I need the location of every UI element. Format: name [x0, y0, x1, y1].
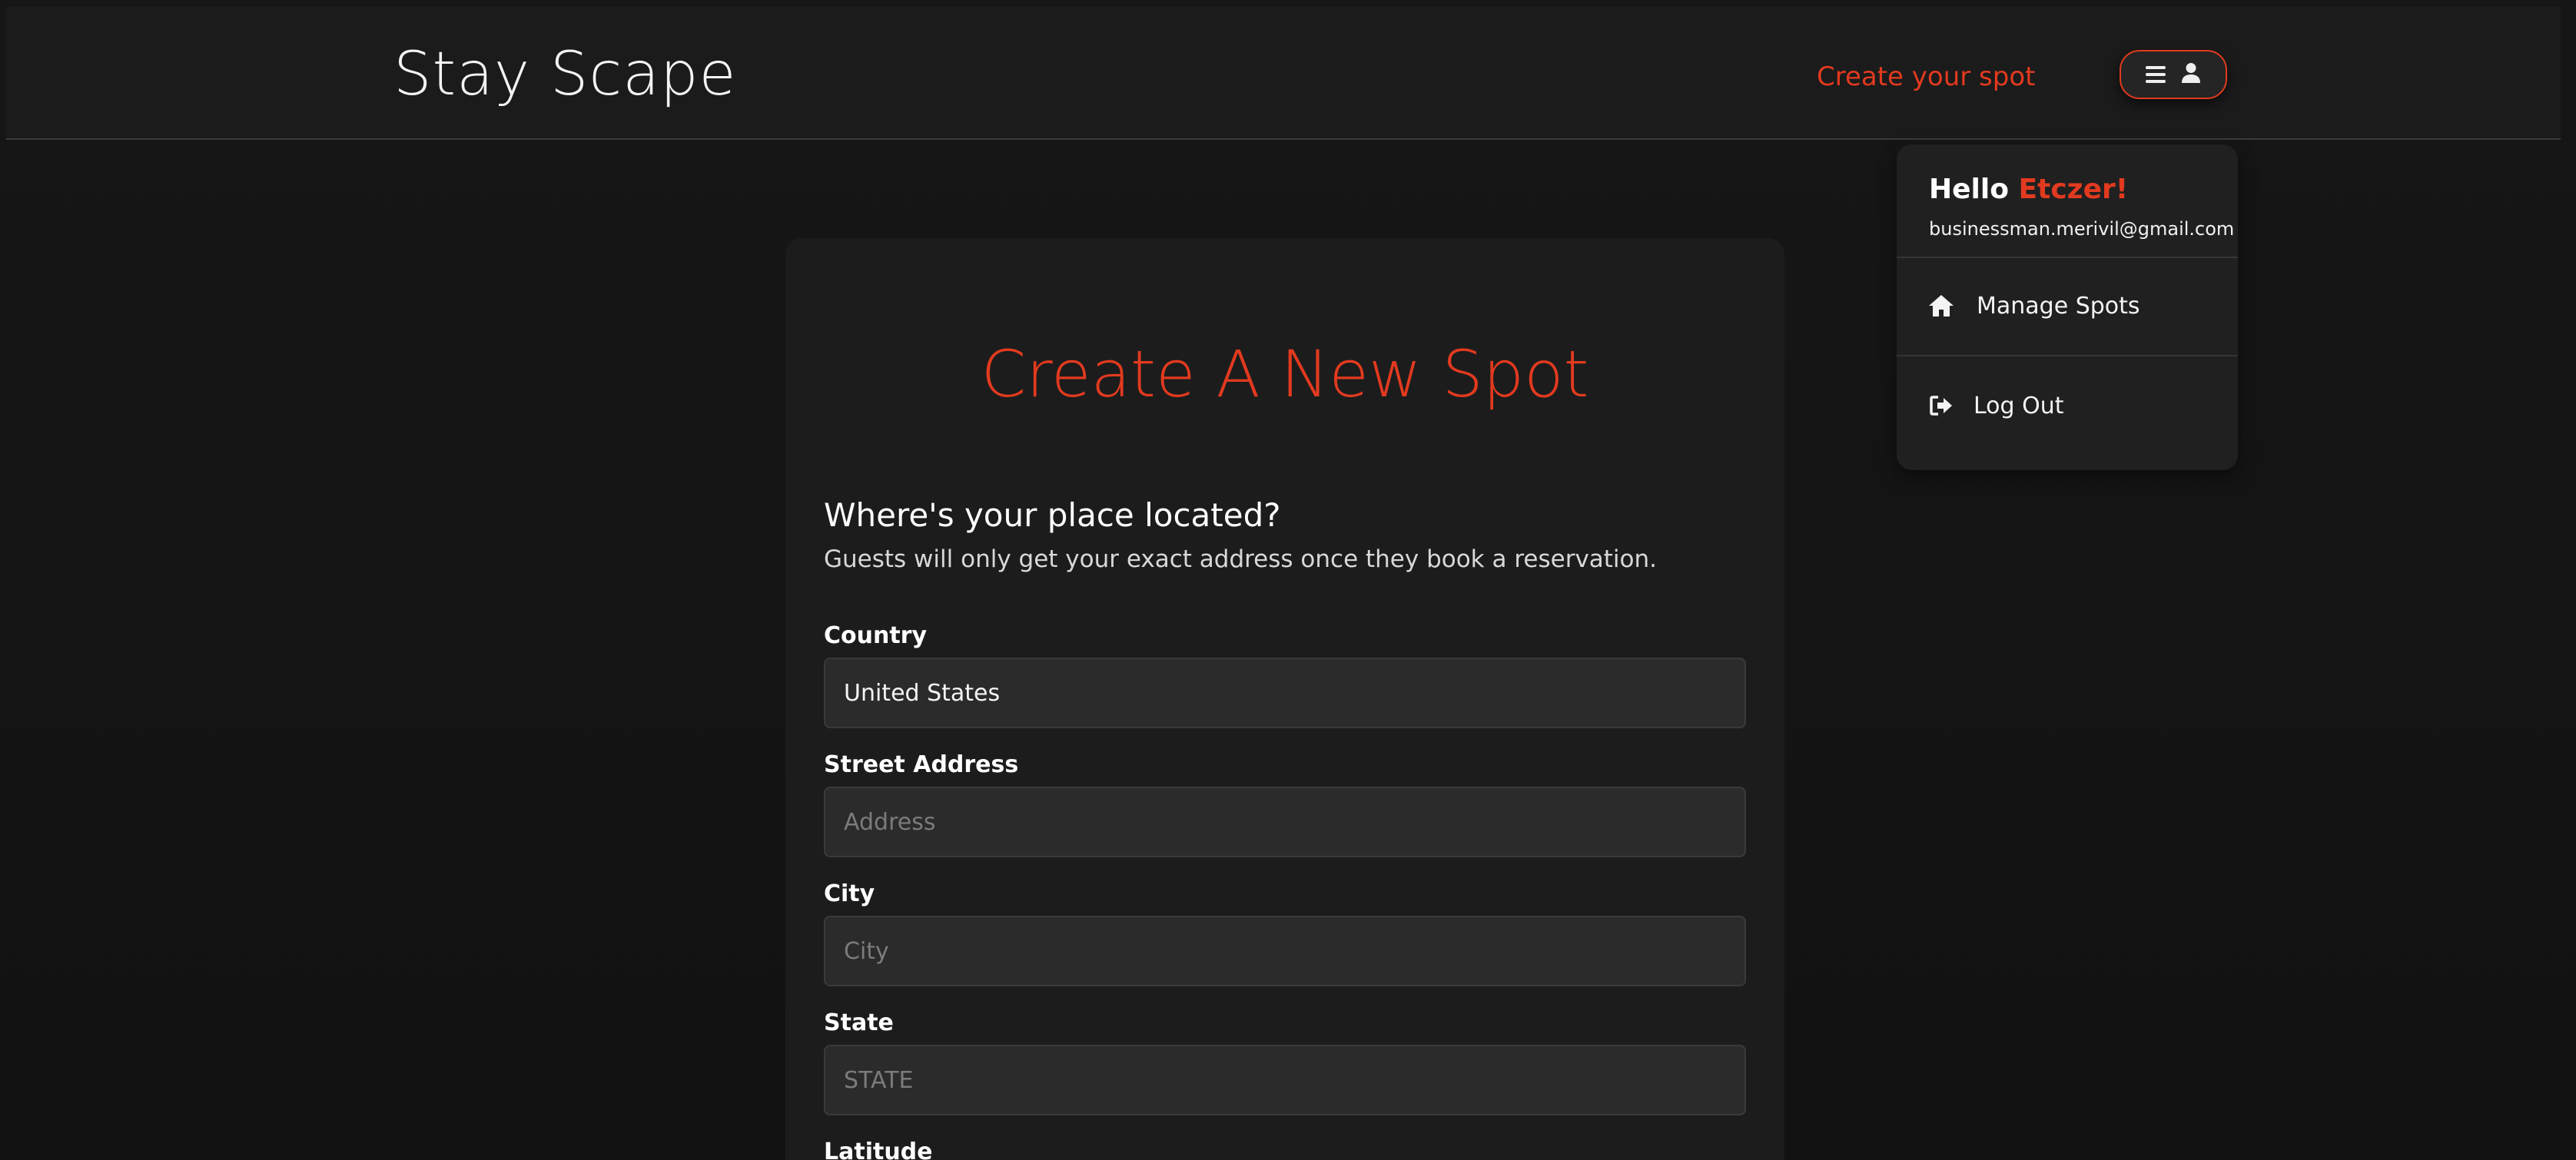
location-section-subtext: Guests will only get your exact address …	[824, 545, 1658, 573]
create-spot-link[interactable]: Create your spot	[1817, 61, 2035, 92]
latitude-label: Latitude	[824, 1138, 933, 1160]
user-first-name: Etczer!	[2018, 174, 2129, 205]
state-input[interactable]	[824, 1045, 1746, 1115]
user-icon	[2181, 62, 2201, 87]
user-email: businessman.merivil@gmail.com	[1929, 218, 2235, 240]
city-label: City	[824, 880, 875, 907]
location-section-heading: Where's your place located?	[824, 496, 1281, 534]
menu-divider	[1897, 355, 2238, 356]
state-label: State	[824, 1009, 894, 1036]
user-dropdown-menu: Hello Etczer! businessman.merivil@gmail.…	[1897, 144, 2238, 470]
log-out-menu-item[interactable]: Log Out	[1897, 375, 2238, 436]
hamburger-icon	[2146, 66, 2166, 83]
country-input[interactable]	[824, 658, 1746, 728]
create-spot-form: Create A New Spot Where's your place loc…	[785, 238, 1784, 1160]
street-address-input[interactable]	[824, 787, 1746, 857]
log-out-label: Log Out	[1973, 392, 2064, 419]
user-menu-button[interactable]	[2120, 50, 2227, 99]
page: Stay Scape Create your spot Hello Etczer…	[0, 0, 2576, 1160]
home-icon	[1927, 292, 1955, 320]
country-label: Country	[824, 622, 928, 649]
logout-icon	[1927, 392, 1955, 419]
city-input[interactable]	[824, 916, 1746, 986]
manage-spots-menu-item[interactable]: Manage Spots	[1897, 275, 2238, 336]
greeting: Hello Etczer!	[1929, 174, 2128, 205]
menu-divider	[1897, 257, 2238, 258]
greeting-text: Hello	[1929, 174, 2009, 205]
street-address-label: Street Address	[824, 751, 1019, 778]
top-nav-bar: Stay Scape Create your spot	[6, 6, 2561, 140]
manage-spots-label: Manage Spots	[1977, 292, 2140, 320]
form-title: Create A New Spot	[981, 336, 1589, 412]
brand-logo-text[interactable]: Stay Scape	[393, 40, 737, 109]
